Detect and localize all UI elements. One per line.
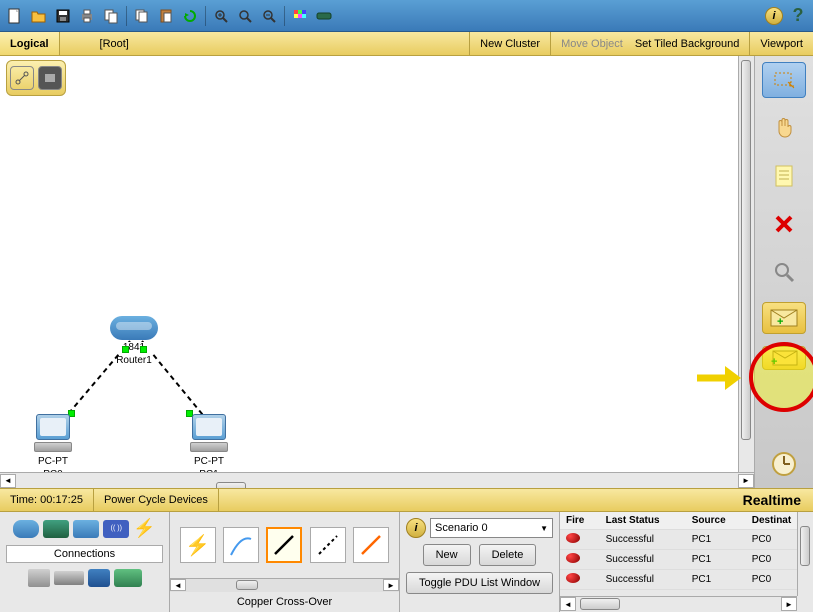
cable-straight[interactable] xyxy=(266,527,302,563)
workspace-canvas[interactable]: 1841 Router1 PC-PT PC0 PC-PT PC1 ◄ xyxy=(0,56,755,488)
end-device-icon-3[interactable] xyxy=(88,569,110,587)
power-cycle-button[interactable]: Power Cycle Devices xyxy=(94,489,219,511)
print-icon[interactable] xyxy=(76,5,98,27)
palette-label: Connections xyxy=(6,545,163,563)
time-label: Time: 00:17:25 xyxy=(0,489,94,511)
zoom-in-icon[interactable] xyxy=(210,5,232,27)
note-tool[interactable] xyxy=(762,158,806,194)
move-hand-tool[interactable] xyxy=(762,110,806,146)
device-router1[interactable]: 1841 Router1 xyxy=(110,316,158,366)
view-toolbar: Logical [Root] New Cluster Move Object S… xyxy=(0,32,813,56)
pdu-header-source[interactable]: Source xyxy=(686,512,746,530)
pdu-row[interactable]: SuccessfulPC1PC0 xyxy=(560,570,813,590)
inspect-tool[interactable] xyxy=(762,254,806,290)
open-file-icon[interactable] xyxy=(28,5,50,27)
router-name-label: Router1 xyxy=(110,355,158,366)
new-cluster-button[interactable]: New Cluster xyxy=(469,32,550,55)
pdu-table: Fire Last Status Source Destinat Success… xyxy=(560,512,813,590)
bottom-panel: (( )) ⚡ Connections ⚡ ◄ ► Copper Cross-O… xyxy=(0,512,813,612)
pdu-row[interactable]: SuccessfulPC1PC0 xyxy=(560,550,813,570)
main-toolbar: i ? xyxy=(0,0,813,32)
fire-icon xyxy=(566,573,580,583)
pdu-row[interactable]: SuccessfulPC1PC0 xyxy=(560,530,813,550)
cable-console[interactable] xyxy=(223,527,259,563)
hubs-category-icon[interactable] xyxy=(73,520,99,538)
device-pc0[interactable]: PC-PT PC0 xyxy=(30,414,76,480)
fire-icon xyxy=(566,553,580,563)
new-scenario-button[interactable]: New xyxy=(423,544,471,566)
device-pc1[interactable]: PC-PT PC1 xyxy=(186,414,232,480)
pc1-type-label: PC-PT xyxy=(186,456,232,467)
wireless-category-icon[interactable]: (( )) xyxy=(103,520,129,538)
pdu-scrollbar-horizontal[interactable]: ◄ ► xyxy=(560,596,797,612)
delete-tool[interactable] xyxy=(762,206,806,242)
delete-scenario-button[interactable]: Delete xyxy=(479,544,537,566)
add-complex-pdu-tool[interactable]: + xyxy=(762,346,806,370)
root-label: [Root] xyxy=(60,38,169,50)
custom-devices-icon[interactable] xyxy=(313,5,335,27)
navigation-icon[interactable] xyxy=(10,66,34,90)
pc0-type-label: PC-PT xyxy=(30,456,76,467)
undo-icon[interactable] xyxy=(179,5,201,27)
cable-auto[interactable]: ⚡ xyxy=(180,527,216,563)
viewport-button[interactable]: Viewport xyxy=(749,32,813,55)
select-tool[interactable] xyxy=(762,62,806,98)
device-palette: (( )) ⚡ Connections xyxy=(0,512,170,612)
info-icon[interactable]: i xyxy=(763,5,785,27)
scenario-panel: i Scenario 0▼ New Delete Toggle PDU List… xyxy=(400,512,560,612)
toggle-pdu-list-button[interactable]: Toggle PDU List Window xyxy=(406,572,553,594)
cable-scrollbar[interactable]: ◄ ► xyxy=(170,578,399,592)
pdu-header-fire[interactable]: Fire xyxy=(560,512,600,530)
end-device-icon-2[interactable] xyxy=(54,571,84,585)
new-file-icon[interactable] xyxy=(4,5,26,27)
scenario-info-icon[interactable]: i xyxy=(406,518,426,538)
help-icon[interactable]: ? xyxy=(787,5,809,27)
fire-icon xyxy=(566,533,580,543)
viewport-icon[interactable] xyxy=(38,66,62,90)
switches-category-icon[interactable] xyxy=(43,520,69,538)
pdu-list-panel: Fire Last Status Source Destinat Success… xyxy=(560,512,813,612)
cable-selected-label: Copper Cross-Over xyxy=(170,592,399,612)
cable-fiber[interactable] xyxy=(353,527,389,563)
corner-tool xyxy=(6,60,66,96)
router-model-label: 1841 xyxy=(110,342,158,353)
status-bar: Time: 00:17:25 Power Cycle Devices Realt… xyxy=(0,488,813,512)
logical-tab[interactable]: Logical xyxy=(0,32,60,55)
palette-icon[interactable] xyxy=(289,5,311,27)
workspace-scrollbar-horizontal[interactable]: ◄ ► xyxy=(0,472,754,488)
add-simple-pdu-tool[interactable]: + xyxy=(762,302,806,334)
pdu-header-status[interactable]: Last Status xyxy=(600,512,686,530)
right-tool-panel: + + xyxy=(755,56,813,488)
set-tiled-background-button[interactable]: Set Tiled Background xyxy=(633,32,750,55)
copy-icon[interactable] xyxy=(131,5,153,27)
zoom-reset-icon[interactable] xyxy=(234,5,256,27)
zoom-out-icon[interactable] xyxy=(258,5,280,27)
pdu-scrollbar-vertical[interactable] xyxy=(797,512,813,596)
copy-type-icon[interactable] xyxy=(100,5,122,27)
workspace-scrollbar-vertical[interactable] xyxy=(738,56,754,472)
realtime-tab[interactable]: Realtime xyxy=(731,492,813,508)
save-file-icon[interactable] xyxy=(52,5,74,27)
connections-category-icon[interactable]: ⚡ xyxy=(133,518,155,539)
move-object-button[interactable]: Move Object xyxy=(550,32,633,55)
end-device-icon-1[interactable] xyxy=(28,569,50,587)
cable-panel: ⚡ ◄ ► Copper Cross-Over xyxy=(170,512,400,612)
toggle-simulation-icon[interactable] xyxy=(762,446,806,482)
routers-category-icon[interactable] xyxy=(13,520,39,538)
paste-icon[interactable] xyxy=(155,5,177,27)
svg-text:+: + xyxy=(771,356,777,366)
end-device-icon-4[interactable] xyxy=(114,569,142,587)
svg-text:+: + xyxy=(777,316,783,328)
scenario-select[interactable]: Scenario 0▼ xyxy=(430,518,553,538)
cable-crossover[interactable] xyxy=(310,527,346,563)
